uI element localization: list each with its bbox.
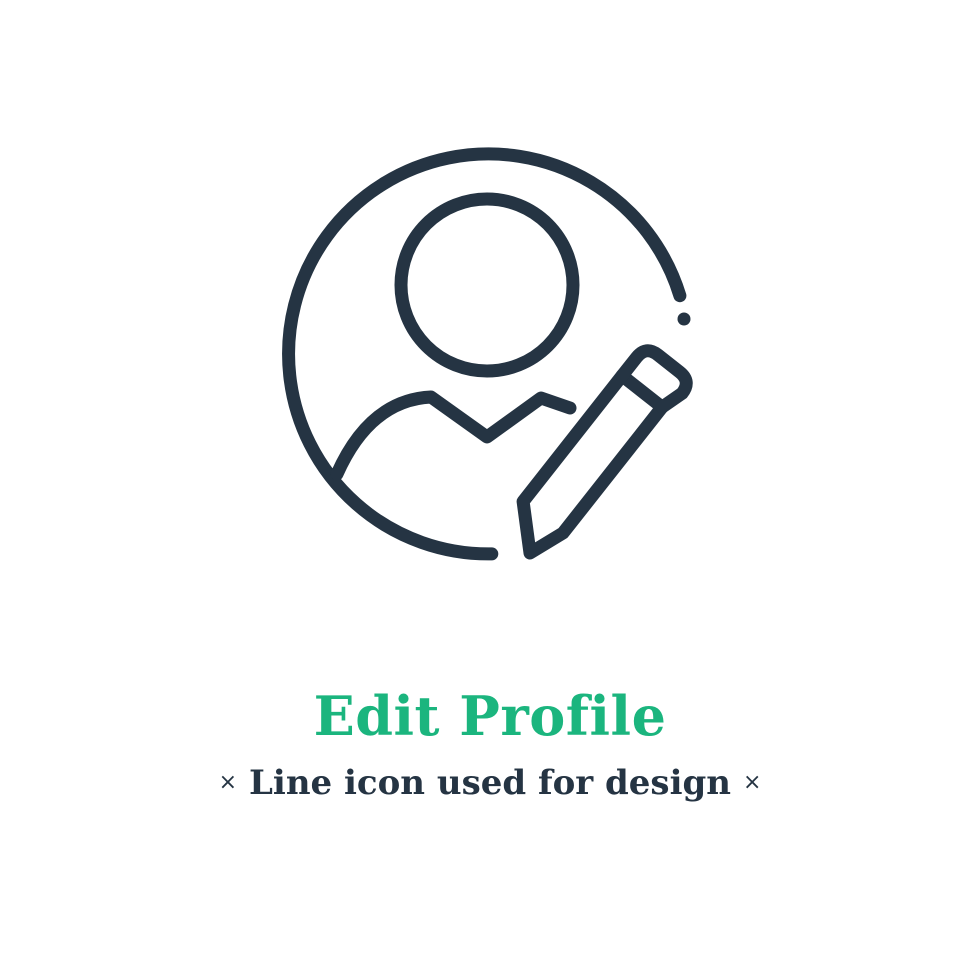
caption-subtitle-row: × Line icon used for design × — [0, 756, 980, 810]
user-shoulders-icon — [330, 390, 577, 481]
caption-title: Edit Profile — [313, 684, 667, 748]
user-head-icon — [394, 192, 580, 378]
caption-subtitle: Line icon used for design — [249, 763, 731, 803]
right-separator-icon: × — [742, 770, 762, 795]
edit-profile-illustration — [0, 0, 980, 620]
arc-end-dot-icon — [677, 312, 691, 326]
edit-profile-icon — [282, 147, 693, 561]
profile-frame-arc-icon — [282, 147, 687, 561]
left-separator-icon: × — [218, 770, 237, 795]
